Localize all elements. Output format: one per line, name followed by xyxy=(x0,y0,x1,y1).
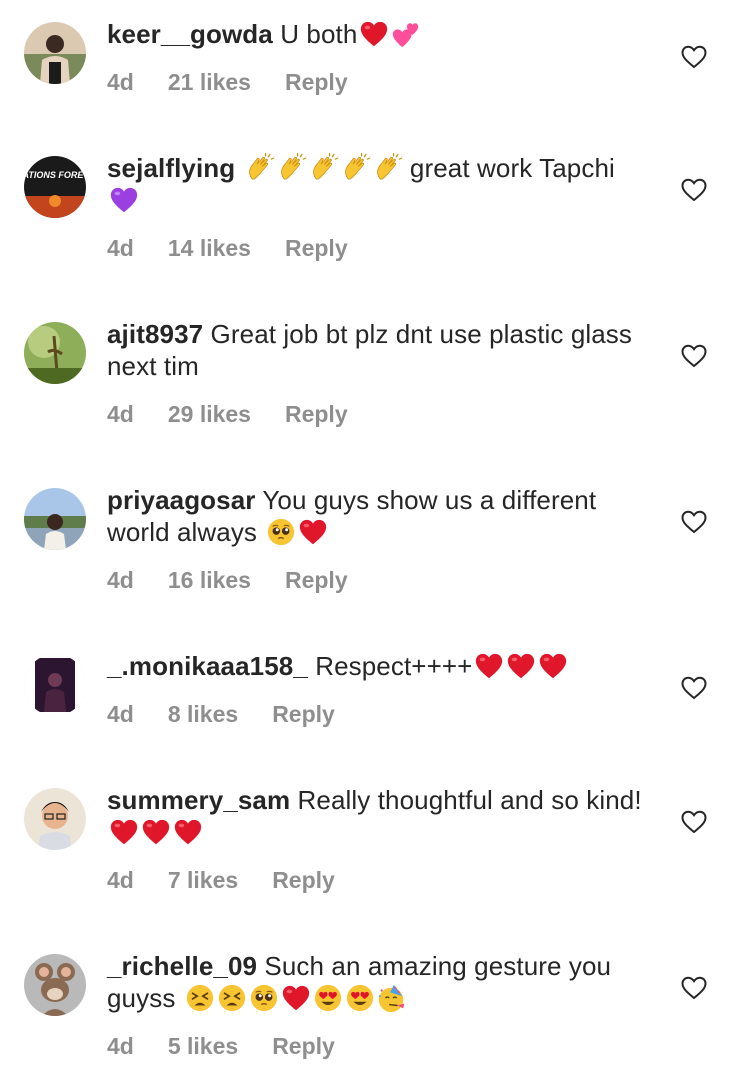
likes-count[interactable]: 14 likes xyxy=(168,235,251,261)
red-heart-icon xyxy=(359,19,389,49)
comment-meta: 4d 16 likes Reply xyxy=(107,566,378,594)
tired-face-icon xyxy=(217,983,247,1013)
red-heart-icon xyxy=(173,817,203,847)
comment-text: ajit8937 Great job bt plz dnt use plasti… xyxy=(107,318,647,382)
comment-text: priyaagosar You guys show us a different… xyxy=(107,484,647,548)
username[interactable]: keer__gowda xyxy=(107,19,273,49)
avatar[interactable] xyxy=(24,954,86,1016)
red-heart-icon xyxy=(281,983,311,1013)
comment-age: 4d xyxy=(107,567,134,593)
two-hearts-icon xyxy=(391,19,421,49)
reply-button[interactable]: Reply xyxy=(272,701,335,727)
comment-text: sejalflying great work Tapchi xyxy=(107,152,647,216)
likes-count[interactable]: 7 likes xyxy=(168,867,238,893)
clapping-hands-icon xyxy=(277,153,307,183)
avatar[interactable] xyxy=(24,654,86,716)
partying-face-icon xyxy=(377,983,407,1013)
red-heart-icon xyxy=(109,817,139,847)
comment-meta: 4d 5 likes Reply xyxy=(107,1032,365,1060)
username[interactable]: sejalflying xyxy=(107,153,235,183)
comment-text: _richelle_09 Such an amazing gesture you… xyxy=(107,950,647,1014)
red-heart-icon xyxy=(506,651,536,681)
comment-body: Really thoughtful and so kind! xyxy=(297,785,642,815)
pleading-face-icon xyxy=(266,517,296,547)
comment-text: summery_sam Really thoughtful and so kin… xyxy=(107,784,647,848)
comment-age: 4d xyxy=(107,701,134,727)
avatar-label: AVIATIONS FOREVER xyxy=(24,170,86,180)
clapping-hands-icon xyxy=(309,153,339,183)
heart-eyes-icon xyxy=(345,983,375,1013)
heart-eyes-icon xyxy=(313,983,343,1013)
comment-age: 4d xyxy=(107,235,134,261)
avatar[interactable]: AVIATIONS FOREVER xyxy=(24,156,86,218)
username[interactable]: _richelle_09 xyxy=(107,951,257,981)
pleading-face-icon xyxy=(249,983,279,1013)
tired-face-icon xyxy=(185,983,215,1013)
reply-button[interactable]: Reply xyxy=(285,401,348,427)
likes-count[interactable]: 29 likes xyxy=(168,401,251,427)
like-heart-icon[interactable] xyxy=(681,510,707,534)
reply-button[interactable]: Reply xyxy=(285,567,348,593)
comment-age: 4d xyxy=(107,1033,134,1059)
like-heart-icon[interactable] xyxy=(681,976,707,1000)
comment-age: 4d xyxy=(107,867,134,893)
likes-count[interactable]: 16 likes xyxy=(168,567,251,593)
username[interactable]: priyaagosar xyxy=(107,485,256,515)
comment-meta: 4d 7 likes Reply xyxy=(107,866,365,894)
comment-meta: 4d 29 likes Reply xyxy=(107,400,378,428)
likes-count[interactable]: 21 likes xyxy=(168,69,251,95)
like-heart-icon[interactable] xyxy=(681,45,707,69)
reply-button[interactable]: Reply xyxy=(285,69,348,95)
comment-body: U both xyxy=(280,19,358,49)
comment-age: 4d xyxy=(107,69,134,95)
likes-count[interactable]: 8 likes xyxy=(168,701,238,727)
comment-meta: 4d 21 likes Reply xyxy=(107,68,378,96)
like-heart-icon[interactable] xyxy=(681,178,707,202)
clapping-hands-icon xyxy=(373,153,403,183)
username[interactable]: ajit8937 xyxy=(107,319,203,349)
username[interactable]: _.monikaaa158_ xyxy=(107,651,308,681)
comment-text: _.monikaaa158_ Respect++++ xyxy=(107,650,647,682)
comment-body: great work Tapchi xyxy=(402,153,615,183)
like-heart-icon[interactable] xyxy=(681,344,707,368)
likes-count[interactable]: 5 likes xyxy=(168,1033,238,1059)
comment-text: keer__gowda U both xyxy=(107,18,647,50)
reply-button[interactable]: Reply xyxy=(272,1033,335,1059)
like-heart-icon[interactable] xyxy=(681,810,707,834)
reply-button[interactable]: Reply xyxy=(272,867,335,893)
clapping-hands-icon xyxy=(341,153,371,183)
red-heart-icon xyxy=(141,817,171,847)
red-heart-icon xyxy=(474,651,504,681)
avatar[interactable] xyxy=(24,488,86,550)
comment-meta: 4d 8 likes Reply xyxy=(107,700,365,728)
comment-meta: 4d 14 likes Reply xyxy=(107,234,378,262)
reply-button[interactable]: Reply xyxy=(285,235,348,261)
comment-body: Respect++++ xyxy=(315,651,473,681)
avatar[interactable] xyxy=(24,22,86,84)
clapping-hands-icon xyxy=(245,153,275,183)
username[interactable]: summery_sam xyxy=(107,785,290,815)
comment-age: 4d xyxy=(107,401,134,427)
like-heart-icon[interactable] xyxy=(681,676,707,700)
purple-heart-icon xyxy=(109,185,139,215)
avatar[interactable] xyxy=(24,322,86,384)
red-heart-icon xyxy=(538,651,568,681)
red-heart-icon xyxy=(298,517,328,547)
avatar[interactable] xyxy=(24,788,86,850)
